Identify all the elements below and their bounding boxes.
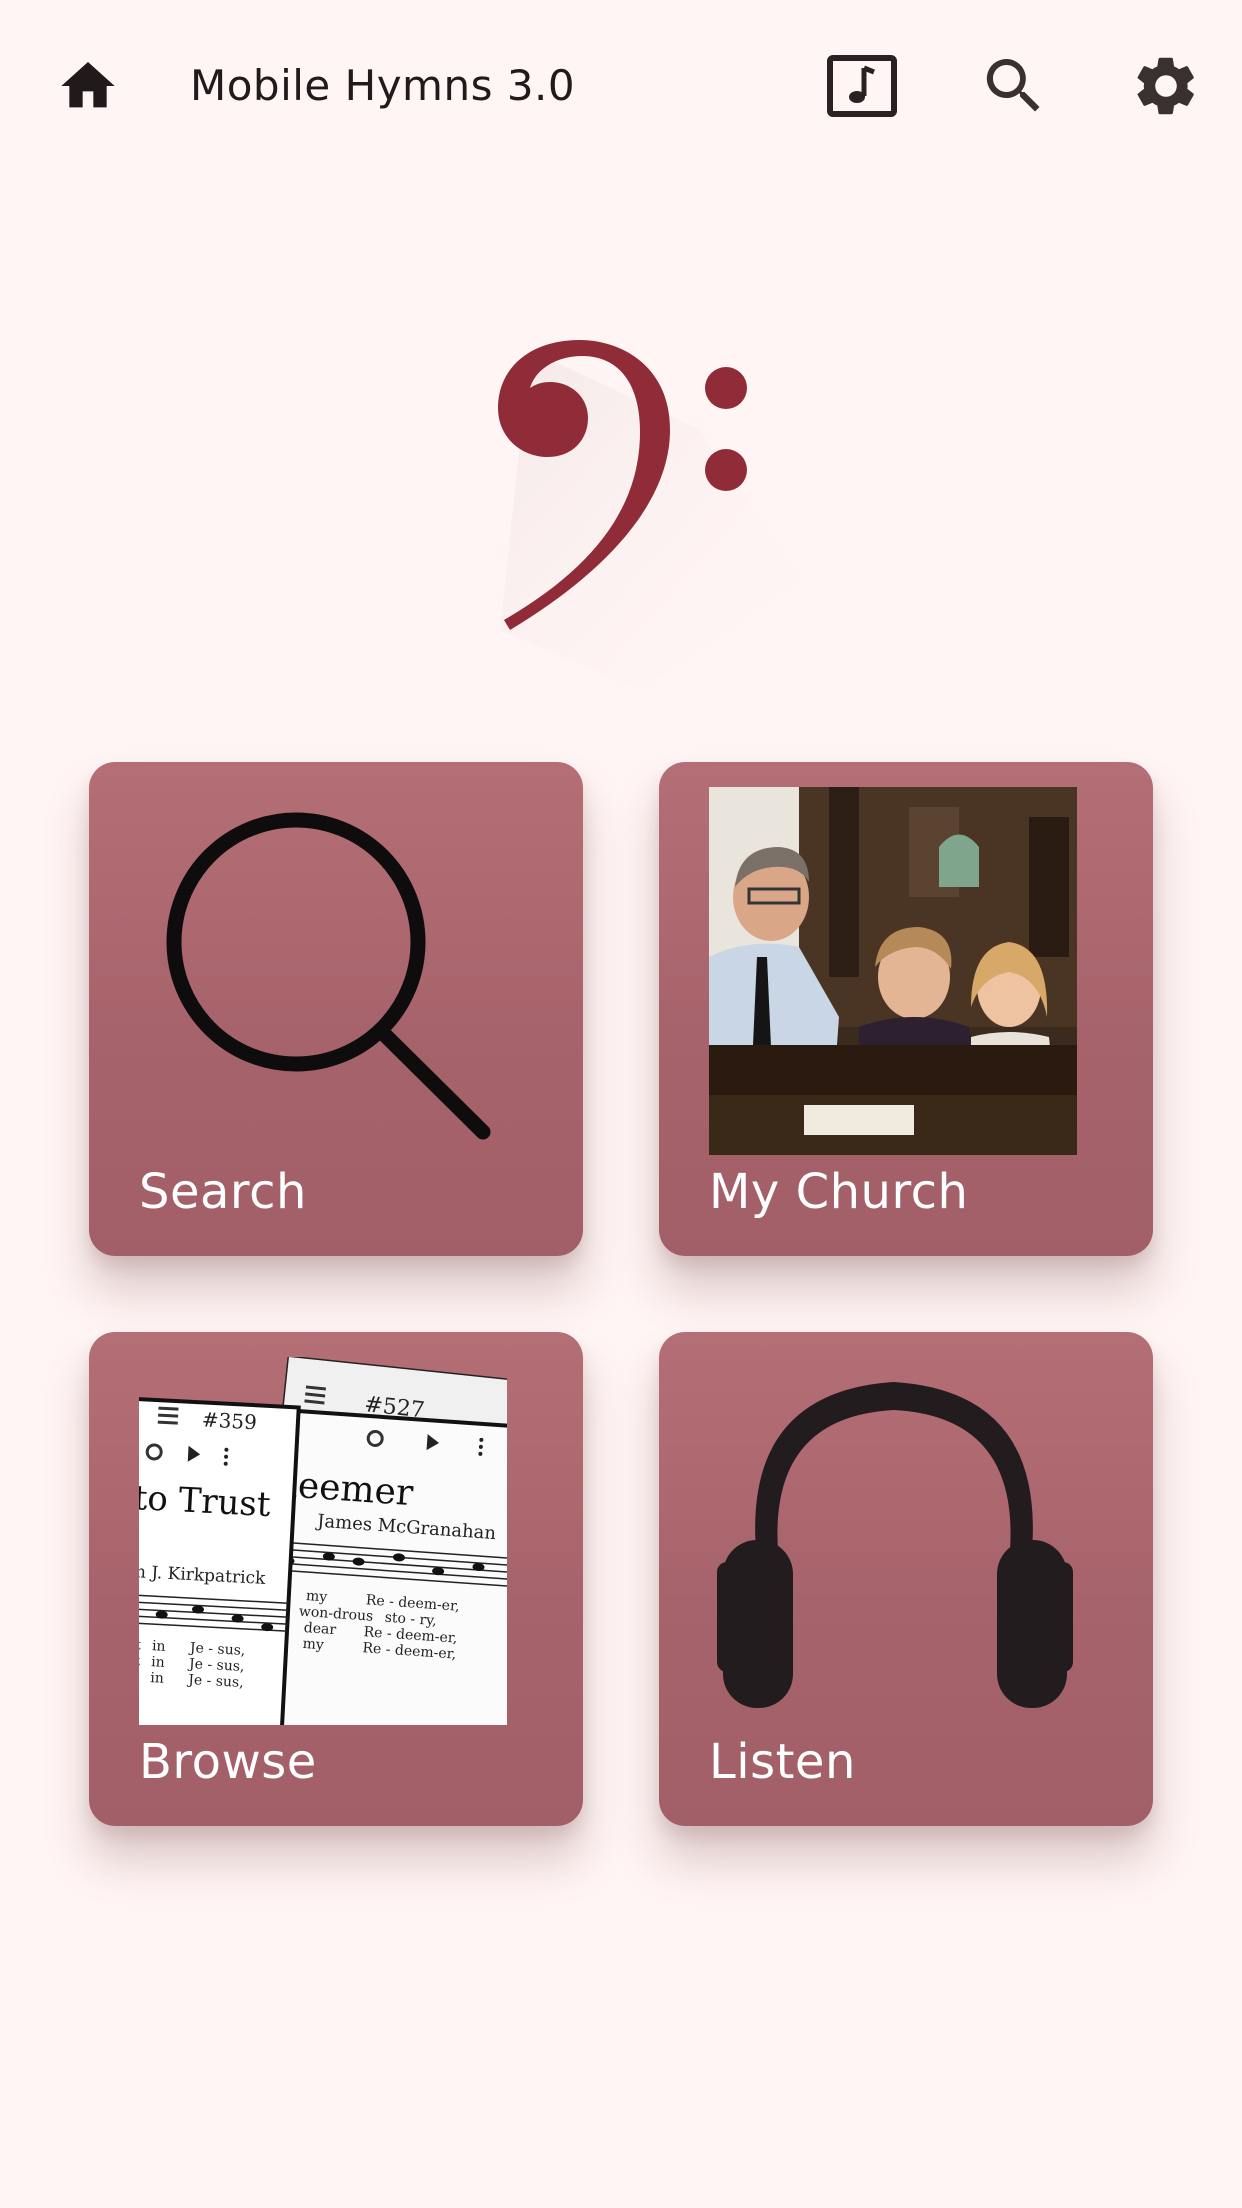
sheet-title-to-trust: to Trust: [139, 1478, 272, 1525]
svg-text:in: in: [151, 1654, 165, 1671]
svg-text:Je - sus,: Je - sus,: [186, 1672, 244, 1691]
svg-text:my: my: [302, 1636, 324, 1653]
svg-text:in: in: [150, 1670, 164, 1687]
my-church-tile[interactable]: My Church: [659, 762, 1153, 1256]
church-photo: [709, 787, 1077, 1155]
headphones-icon: [717, 1382, 1073, 1708]
svg-text:in: in: [152, 1638, 166, 1655]
home-icon[interactable]: [56, 54, 120, 118]
search-icon[interactable]: [978, 50, 1050, 122]
magnifier-icon: [166, 812, 491, 1140]
tile-label-listen: Listen: [709, 1734, 856, 1790]
music-note-icon[interactable]: [826, 50, 898, 122]
tile-label-search: Search: [139, 1164, 307, 1220]
tile-label-browse: Browse: [139, 1734, 317, 1790]
app-bar: Mobile Hymns 3.0: [0, 0, 1242, 170]
app-title: Mobile Hymns 3.0: [190, 61, 576, 110]
browse-tile[interactable]: #527 edeemer James McGranahan ofmyRe - d…: [89, 1332, 583, 1826]
sheet-number-359: #359: [201, 1407, 257, 1434]
tile-label-my-church: My Church: [709, 1164, 969, 1220]
gear-icon[interactable]: [1130, 50, 1202, 122]
sheet-music-image: #527 edeemer James McGranahan ofmyRe - d…: [139, 1357, 507, 1725]
svg-text:my: my: [305, 1588, 327, 1605]
listen-tile[interactable]: Listen: [659, 1332, 1153, 1826]
bass-clef-icon: [498, 340, 800, 690]
search-tile[interactable]: Search: [89, 762, 583, 1256]
